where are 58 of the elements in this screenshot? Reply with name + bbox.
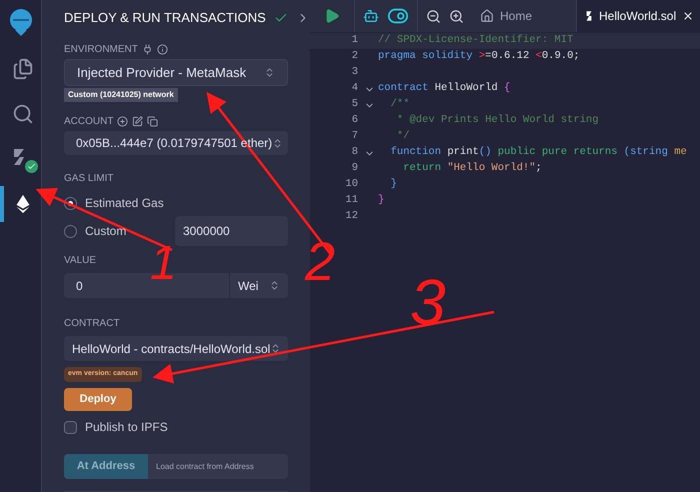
contract-select[interactable]: HelloWorld - contracts/HelloWorld.sol xyxy=(64,336,288,362)
code-line: return "Hello World!"; xyxy=(402,161,542,176)
field-label: ENVIRONMENT xyxy=(64,42,138,56)
editor-tab[interactable]: HelloWorld.sol xyxy=(576,0,700,32)
code-line: } xyxy=(390,177,397,192)
line-number: 6 xyxy=(350,113,359,128)
line-number: 3 xyxy=(350,65,359,80)
network-badge: Custom (10241025) network xyxy=(64,88,178,102)
panel-title: DEPLOY & RUN TRANSACTIONS xyxy=(64,9,266,27)
zoom-out-icon[interactable] xyxy=(426,8,441,24)
home-icon xyxy=(480,9,494,23)
updown-caret-icon xyxy=(264,66,275,78)
gas-limit-field[interactable]: 3000000 xyxy=(175,216,288,246)
close-icon[interactable] xyxy=(682,10,694,22)
code-line: */ xyxy=(396,129,410,144)
updown-caret-icon xyxy=(269,280,280,292)
unit-select[interactable]: Wei xyxy=(230,273,288,298)
files-icon xyxy=(12,58,34,80)
line-number: 1 xyxy=(350,33,359,48)
address-field[interactable]: Load contract from Address xyxy=(148,454,288,479)
code-line: contract HelloWorld { xyxy=(378,81,510,96)
search-icon xyxy=(12,103,34,125)
line-number: 10 xyxy=(344,177,359,192)
line-number: 11 xyxy=(344,193,359,208)
add-icon[interactable] xyxy=(117,116,128,128)
run-icon[interactable] xyxy=(324,8,340,24)
line-number: 8 xyxy=(350,145,359,160)
editor-tab[interactable]: Home xyxy=(472,0,552,32)
code-line: pragma solidity >=0.6.12 <0.9.0; xyxy=(378,49,580,64)
line-number: 4 xyxy=(350,81,359,96)
code-line: function print() public pure returns (string me xyxy=(390,145,687,160)
info-icon xyxy=(156,44,168,54)
copy-icon[interactable] xyxy=(147,116,158,128)
field-label: ACCOUNT xyxy=(64,115,114,130)
line-number: 2 xyxy=(350,49,359,64)
radio-button[interactable] xyxy=(64,224,77,238)
code-line: /** xyxy=(390,97,410,112)
checkbox-label: Publish to IPFS xyxy=(85,419,168,436)
zoom-in-icon[interactable] xyxy=(449,8,464,24)
code-line: * @dev Prints Hello World string xyxy=(396,113,599,128)
annotation-number: 3 xyxy=(410,270,446,334)
radio-label: Estimated Gas xyxy=(85,195,165,212)
code-line: } xyxy=(378,193,384,208)
radio-label: Custom xyxy=(85,223,128,240)
line-number: 5 xyxy=(350,97,359,112)
robot-icon[interactable] xyxy=(363,8,379,24)
code-line: // SPDX-License-Identifier: MIT xyxy=(378,33,574,48)
plug-icon xyxy=(142,44,153,54)
solidity-file-icon xyxy=(585,10,593,22)
field-label: GAS LIMIT xyxy=(64,173,114,184)
field-label: CONTRACT xyxy=(64,318,120,330)
environment-select[interactable]: Injected Provider - MetaMask xyxy=(64,58,288,86)
line-number: 9 xyxy=(350,161,359,176)
line-number: 7 xyxy=(350,129,359,144)
field-label: VALUE xyxy=(64,255,96,266)
checkbox[interactable] xyxy=(64,420,77,434)
edit-icon[interactable] xyxy=(132,116,144,128)
line-number: 12 xyxy=(344,209,359,224)
